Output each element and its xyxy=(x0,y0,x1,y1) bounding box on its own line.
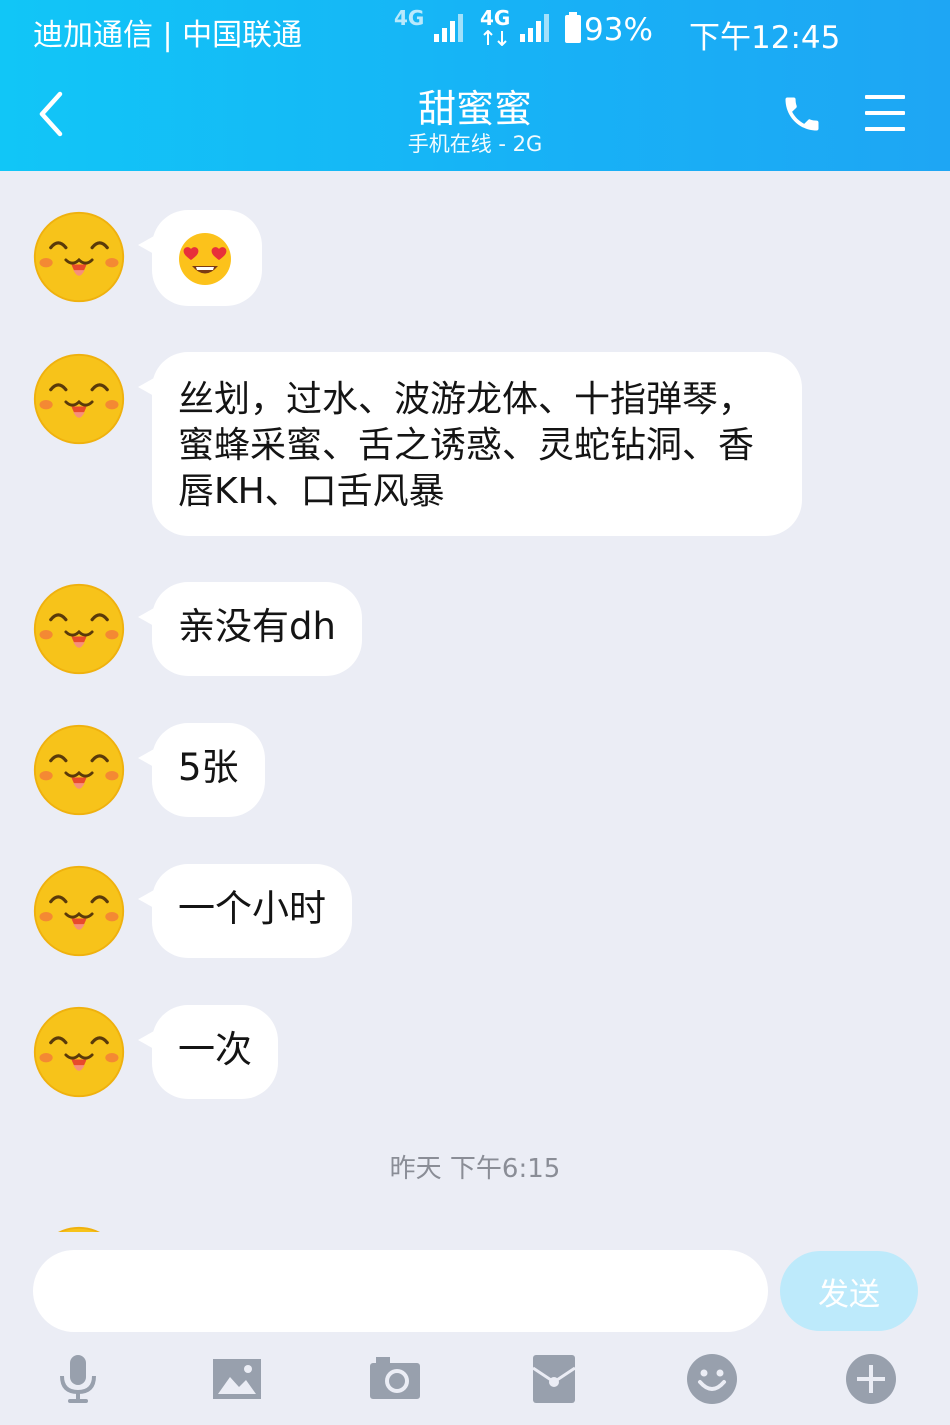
app-header: 迪加通信 | 中国联通 4G 4G 93% 下午12:45 甜蜜蜜 手机在线 -… xyxy=(0,0,950,171)
send-button[interactable]: 发送 xyxy=(780,1251,918,1331)
status-icons: 4G 4G 93% 下午12:45 xyxy=(394,6,914,56)
message-bubble[interactable]: 5张 xyxy=(138,723,265,817)
call-button[interactable] xyxy=(780,92,824,136)
network-type-label: 4G xyxy=(394,6,425,30)
contact-avatar[interactable] xyxy=(32,723,126,817)
hamburger-menu-icon xyxy=(865,95,905,131)
menu-button[interactable] xyxy=(863,93,907,133)
contact-avatar[interactable] xyxy=(32,864,126,958)
battery-icon xyxy=(565,12,581,43)
status-clock: 下午12:45 xyxy=(689,20,841,56)
heart-eyes-emoji-icon xyxy=(179,233,231,285)
image-icon[interactable] xyxy=(210,1352,264,1406)
smiley-icon[interactable] xyxy=(685,1352,739,1406)
contact-avatar[interactable] xyxy=(32,210,126,304)
message-bubble[interactable]: 一次 xyxy=(138,1005,278,1099)
plus-icon[interactable] xyxy=(844,1352,898,1406)
status-bar: 迪加通信 | 中国联通 4G 4G 93% 下午12:45 xyxy=(0,0,950,58)
message-input[interactable] xyxy=(33,1250,768,1332)
microphone-icon[interactable] xyxy=(51,1352,105,1406)
message-timestamp: 昨天 下午6:15 xyxy=(389,1154,561,1184)
message-list[interactable]: 丝划，过水、波游龙体、十指弹琴，蜜蜂采蜜、舌之诱惑、灵蛇钻洞、香唇KH、口舌风暴… xyxy=(0,171,950,1246)
red-packet-icon[interactable] xyxy=(527,1352,581,1406)
battery-percentage: 93% xyxy=(584,12,653,48)
camera-icon[interactable] xyxy=(368,1352,422,1406)
signal-icon xyxy=(434,14,463,42)
contact-avatar[interactable] xyxy=(32,1005,126,1099)
message-bubble[interactable] xyxy=(138,210,262,306)
carrier-name: 迪加通信 | 中国联通 xyxy=(33,18,303,53)
contact-avatar[interactable] xyxy=(32,352,126,446)
message-bubble[interactable]: 一个小时 xyxy=(138,864,352,958)
message-bubble[interactable]: 丝划，过水、波游龙体、十指弹琴，蜜蜂采蜜、舌之诱惑、灵蛇钻洞、香唇KH、口舌风暴 xyxy=(138,352,802,536)
contact-avatar[interactable] xyxy=(32,582,126,676)
network-type-label-2: 4G xyxy=(480,6,511,30)
signal-icon-2 xyxy=(520,14,549,42)
data-transfer-icon xyxy=(483,30,507,46)
phone-icon xyxy=(785,97,819,131)
message-bubble[interactable]: 亲没有dh xyxy=(138,582,362,676)
input-bar: 发送 xyxy=(0,1232,950,1425)
